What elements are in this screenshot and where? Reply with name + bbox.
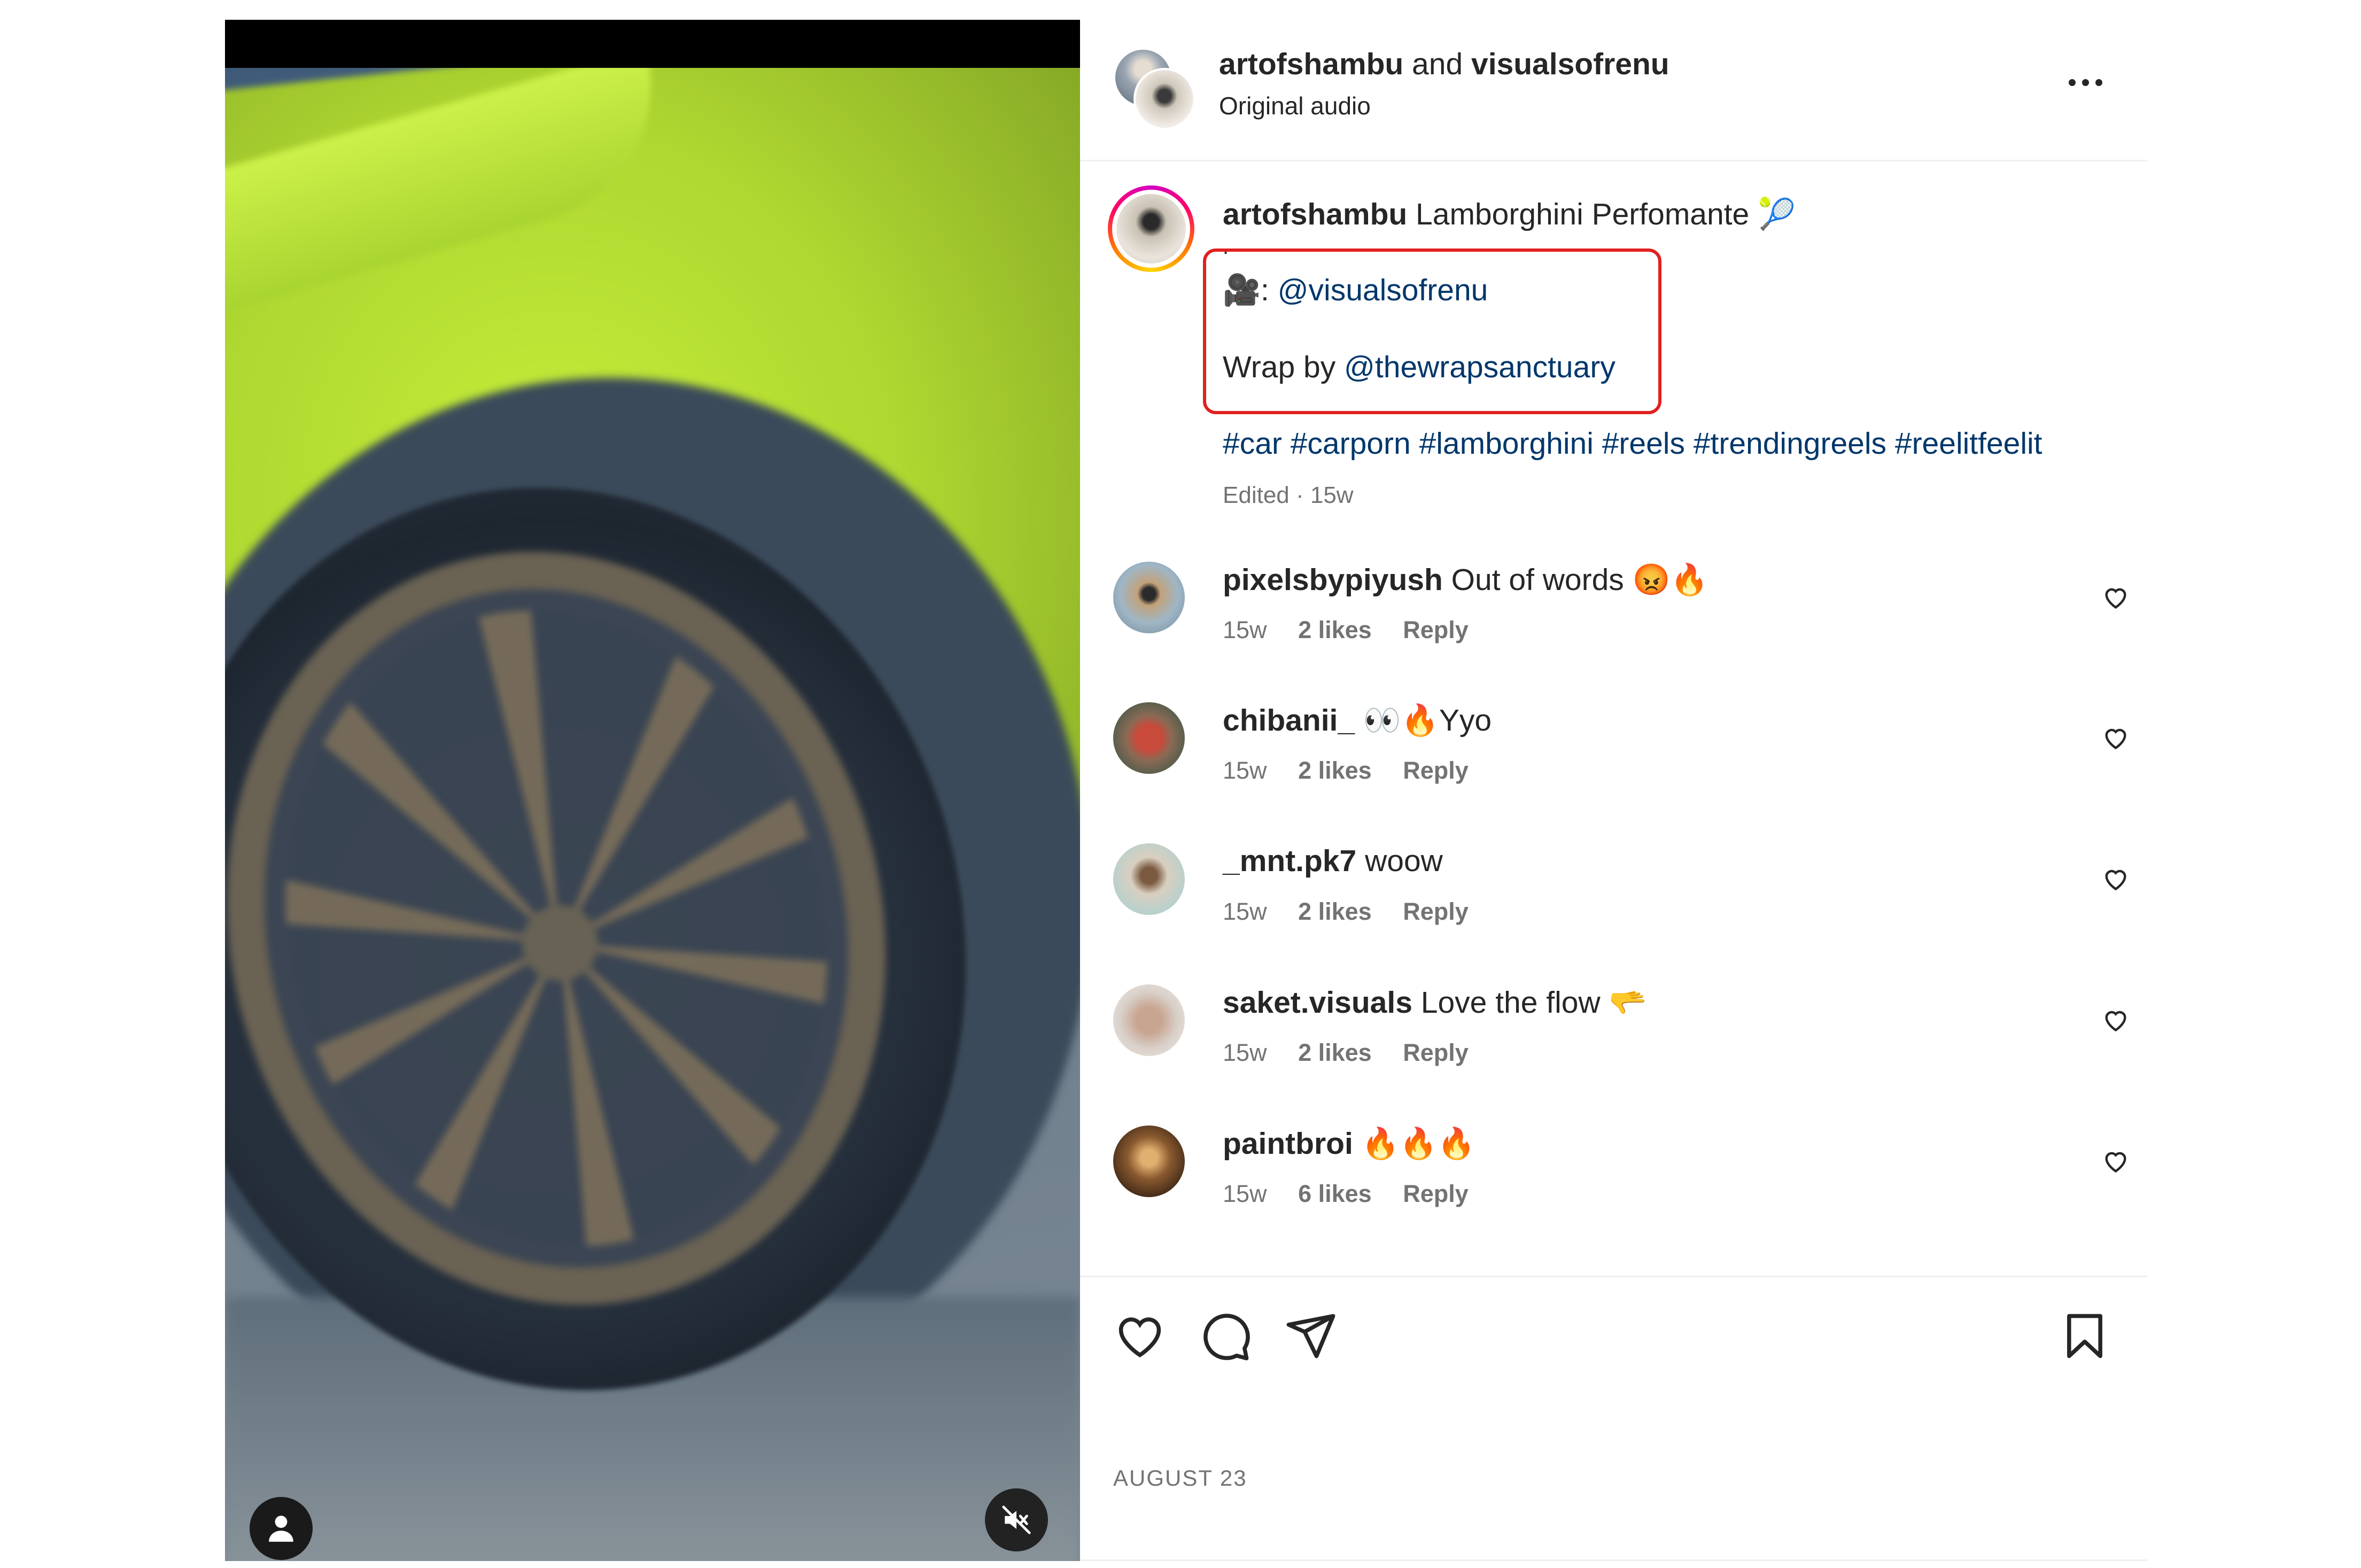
hashtags[interactable]: #car #carporn #lamborghini #reels #trend…: [1223, 426, 2042, 461]
caption-avatar[interactable]: [1108, 185, 1194, 272]
comment-body: 🔥🔥🔥: [1361, 1127, 1475, 1161]
comment-likes[interactable]: 6 likes: [1298, 1180, 1372, 1207]
caption-username[interactable]: artofshambu: [1223, 197, 1407, 231]
reply-button[interactable]: Reply: [1403, 1180, 1469, 1207]
comment: saket.visuals Love the flow 🫳 15w 2 like…: [1080, 984, 2147, 1102]
heart-icon[interactable]: [2102, 1006, 2130, 1034]
video-frame: [225, 68, 1080, 1561]
avatar[interactable]: [1113, 702, 1185, 774]
profile-icon: [269, 1516, 293, 1542]
comment: _mnt.pk7 woow 15w 2 likes Reply: [1080, 843, 2147, 961]
heart-icon[interactable]: [1113, 1309, 1167, 1363]
reply-button[interactable]: Reply: [1403, 1039, 1469, 1066]
mute-icon: [1002, 1505, 1031, 1534]
comment-username[interactable]: paintbroi: [1223, 1127, 1353, 1161]
comment-age: 15w: [1223, 898, 1267, 925]
avatar[interactable]: [1113, 562, 1185, 633]
mute-button[interactable]: [985, 1488, 1048, 1551]
and-text: and: [1412, 47, 1463, 81]
reply-button[interactable]: Reply: [1403, 616, 1469, 643]
comment-username[interactable]: _mnt.pk7: [1223, 844, 1356, 878]
avatar[interactable]: [1113, 984, 1185, 1056]
comment-age: 15w: [1223, 1039, 1267, 1066]
comment-username[interactable]: pixelsbypiyush: [1223, 563, 1443, 597]
post-header: artofshambu and visualsofrenu Original a…: [1080, 20, 2147, 161]
comment-meta: 15w 2 likes Reply: [1223, 757, 1493, 785]
comment-body: Love the flow 🫳: [1420, 985, 1647, 1020]
more-options-button[interactable]: [2069, 74, 2111, 90]
collaborator-username[interactable]: visualsofrenu: [1471, 47, 1669, 81]
more-icon: [2069, 79, 2076, 86]
comment-body: 👀🔥Yyo: [1363, 703, 1492, 738]
avatar[interactable]: [1113, 1125, 1185, 1197]
comment-text: chibanii_ 👀🔥Yyo: [1223, 702, 1492, 738]
comment-text: pixelsbypiyush Out of words 😡🔥: [1223, 562, 1708, 597]
comment-likes[interactable]: 2 likes: [1298, 1039, 1372, 1066]
more-icon: [2082, 79, 2089, 86]
reply-button[interactable]: Reply: [1403, 757, 1469, 784]
comment-text: paintbroi 🔥🔥🔥: [1223, 1125, 1475, 1161]
racket-emoji: 🎾: [1758, 197, 1796, 231]
comment-meta: 15w 6 likes Reply: [1223, 1180, 1493, 1208]
bookmark-icon[interactable]: [2058, 1309, 2111, 1363]
reply-button[interactable]: Reply: [1403, 898, 1469, 925]
caption-timestamp: Edited · 15w: [1223, 482, 1354, 508]
heart-icon[interactable]: [2102, 865, 2130, 892]
comment: chibanii_ 👀🔥Yyo 15w 2 likes Reply: [1080, 702, 2147, 820]
comment-age: 15w: [1223, 616, 1267, 643]
post-authors: artofshambu and visualsofrenu: [1219, 46, 1669, 82]
avatar-ring-inner: [1112, 190, 1190, 268]
more-icon: [2095, 79, 2102, 86]
comment: pixelsbypiyush Out of words 😡🔥 15w 2 lik…: [1080, 562, 2147, 679]
comment-icon[interactable]: [1199, 1309, 1252, 1363]
avatar: [1116, 194, 1186, 263]
post-panel: artofshambu and visualsofrenu Original a…: [1080, 20, 2147, 1561]
heart-icon[interactable]: [2102, 724, 2130, 751]
comment-meta: 15w 2 likes Reply: [1223, 1039, 1493, 1067]
divider: [1080, 1559, 2147, 1561]
author-username[interactable]: artofshambu: [1219, 47, 1403, 81]
comment-meta: 15w 2 likes Reply: [1223, 616, 1493, 644]
comment-body: woow: [1365, 844, 1443, 878]
audio-link[interactable]: Original audio: [1219, 91, 1371, 120]
heart-icon[interactable]: [2102, 583, 2130, 611]
highlight-box: [1203, 249, 1661, 414]
caption-text: artofshambu Lamborghini Perfomante 🎾: [1223, 196, 1796, 232]
reel-video[interactable]: [225, 20, 1080, 1561]
action-bar: AUGUST 23: [1080, 1276, 2147, 1563]
comment-text: saket.visuals Love the flow 🫳: [1223, 984, 1647, 1020]
comment-username[interactable]: saket.visuals: [1223, 985, 1412, 1020]
tagged-profile-button[interactable]: [250, 1497, 313, 1560]
comment-age: 15w: [1223, 757, 1267, 784]
comment-body: Out of words 😡🔥: [1451, 563, 1708, 597]
heart-icon[interactable]: [2102, 1147, 2130, 1175]
comment-likes[interactable]: 2 likes: [1298, 757, 1372, 784]
comment-likes[interactable]: 2 likes: [1298, 616, 1372, 643]
comment-text: _mnt.pk7 woow: [1223, 843, 1443, 879]
comment-meta: 15w 2 likes Reply: [1223, 898, 1493, 926]
comment: paintbroi 🔥🔥🔥 15w 6 likes Reply: [1080, 1125, 2147, 1243]
post-date: AUGUST 23: [1113, 1465, 1247, 1491]
avatar[interactable]: [1113, 843, 1185, 915]
comment-age: 15w: [1223, 1180, 1267, 1207]
share-icon[interactable]: [1284, 1309, 1338, 1363]
caption-body: Lamborghini Perfomante: [1416, 197, 1750, 231]
avatar[interactable]: [1133, 68, 1195, 130]
comment-username[interactable]: chibanii_: [1223, 703, 1355, 738]
comment-likes[interactable]: 2 likes: [1298, 898, 1372, 925]
